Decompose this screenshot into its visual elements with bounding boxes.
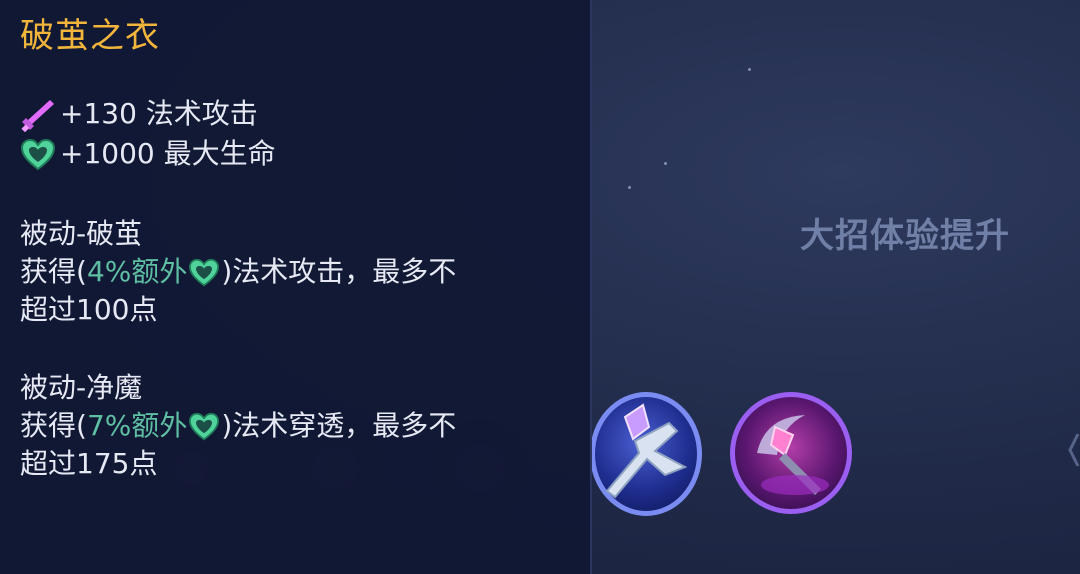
passive-title: 被动-破茧 bbox=[20, 217, 143, 250]
skill-caption: 大招体验提升 bbox=[800, 216, 1010, 256]
magic-attack-icon bbox=[21, 100, 54, 132]
passive-desc-cont: 超过175点 bbox=[20, 447, 158, 480]
stat-max-health: +1000 最大生命 bbox=[60, 137, 276, 170]
scroll-arrow-icon[interactable] bbox=[1066, 430, 1080, 470]
passive-desc: 获得(7%额外 )法术穿透，最多不 bbox=[20, 409, 457, 442]
passive-title: 被动-净魔 bbox=[20, 371, 143, 404]
star bbox=[748, 68, 751, 71]
health-icon bbox=[189, 412, 220, 441]
stat-row: +130 法术攻击 bbox=[20, 92, 258, 132]
max-health-icon bbox=[20, 138, 56, 171]
health-icon bbox=[189, 258, 220, 287]
star bbox=[664, 162, 667, 165]
stat-row: +1000 最大生命 bbox=[20, 132, 276, 172]
crystal-scythe-item-icon[interactable] bbox=[730, 392, 852, 514]
star bbox=[628, 186, 631, 189]
item-tooltip: 破茧之衣 +130 法术攻击 +1000 最大生命 被动-破茧 获得(4%额外 … bbox=[0, 0, 592, 574]
passive-highlight: 4%额外 bbox=[86, 255, 188, 288]
passive-desc: 获得(4%额外 )法术攻击，最多不 bbox=[20, 255, 457, 288]
item-name: 破茧之衣 bbox=[20, 16, 160, 56]
stat-magic-attack: +130 法术攻击 bbox=[60, 97, 258, 130]
passive-highlight: 7%额外 bbox=[86, 409, 188, 442]
passive-desc-cont: 超过100点 bbox=[20, 293, 158, 326]
magic-staff-item-icon[interactable] bbox=[590, 392, 702, 516]
